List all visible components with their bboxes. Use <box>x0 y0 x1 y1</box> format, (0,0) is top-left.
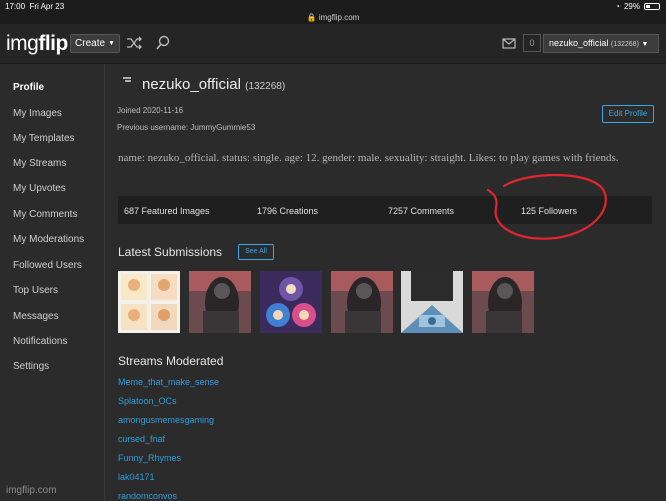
sidebar-item-my-comments[interactable]: My Comments <box>13 209 77 220</box>
mail-icon[interactable] <box>501 35 517 51</box>
sidebar: Profile My Images My Templates My Stream… <box>0 64 105 500</box>
status-right: ◔ 29% <box>615 2 660 11</box>
submission-thumbnail[interactable] <box>331 271 393 333</box>
profile-username: nezuko_official (132268) <box>142 76 286 93</box>
sidebar-item-messages[interactable]: Messages <box>13 311 59 322</box>
sidebar-item-my-streams[interactable]: My Streams <box>13 158 66 169</box>
shuffle-icon[interactable] <box>126 35 142 51</box>
notification-count[interactable]: 0 <box>523 34 541 52</box>
profile-main: nezuko_official (132268) Joined 2020-11-… <box>106 64 666 501</box>
latest-submissions-heading: Latest Submissions <box>118 245 223 259</box>
battery-percent: 29% <box>623 2 640 11</box>
stream-link[interactable]: Splatoon_OCs <box>118 396 177 406</box>
see-all-button[interactable]: See All <box>238 244 274 260</box>
status-bar: 17:00 Fri Apr 23 ◔ 29% <box>0 0 666 12</box>
submission-thumbnail[interactable] <box>189 271 251 333</box>
footer-link[interactable]: imgflip.com <box>6 485 57 496</box>
user-menu-button[interactable]: nezuko_official (132268) ▼ <box>543 34 659 53</box>
stat-comments[interactable]: 7257 Comments <box>388 206 454 216</box>
stat-creations[interactable]: 1796 Creations <box>257 206 318 216</box>
annotation-circle <box>486 173 607 240</box>
submission-thumbnail[interactable] <box>472 271 534 333</box>
search-icon[interactable] <box>155 35 171 51</box>
streams-moderated-heading: Streams Moderated <box>118 354 224 368</box>
joined-date: Joined 2020-11-16 <box>117 106 184 115</box>
profile-bio: name: nezuko_official. status: single. a… <box>118 152 619 164</box>
status-time: 17:00 Fri Apr 23 <box>5 2 65 11</box>
sidebar-item-top-users[interactable]: Top Users <box>13 285 58 296</box>
sidebar-item-profile[interactable]: Profile <box>13 82 44 93</box>
stat-featured[interactable]: 687 Featured Images <box>124 206 210 216</box>
stream-link[interactable]: Meme_that_make_sense <box>118 377 219 387</box>
sidebar-item-followed-users[interactable]: Followed Users <box>13 260 82 271</box>
submission-thumbnail[interactable] <box>401 271 463 333</box>
stream-link[interactable]: lak04171 <box>118 472 155 482</box>
wifi-icon: ◔ <box>615 2 620 11</box>
sidebar-item-my-images[interactable]: My Images <box>13 108 62 119</box>
stream-link[interactable]: cursed_fnaf <box>118 434 165 444</box>
create-button[interactable]: Create ▼ <box>70 34 120 53</box>
chevron-down-icon: ▼ <box>641 41 649 48</box>
address-bar[interactable]: 🔒 imgflip.com <box>0 12 666 24</box>
previous-username: Previous username: JummyGummie53 <box>117 123 256 132</box>
sidebar-item-my-templates[interactable]: My Templates <box>13 133 75 144</box>
site-logo[interactable]: imgflip <box>6 32 68 56</box>
sidebar-item-my-upvotes[interactable]: My Upvotes <box>13 183 66 194</box>
sidebar-item-settings[interactable]: Settings <box>13 361 49 372</box>
battery-icon <box>644 3 660 10</box>
stream-link[interactable]: Funny_Rhymes <box>118 453 181 463</box>
sidebar-item-notifications[interactable]: Notifications <box>13 336 67 347</box>
edit-profile-button[interactable]: Edit Profile <box>602 105 654 123</box>
submission-thumbnail[interactable] <box>118 271 180 333</box>
stream-link[interactable]: amongusmemesgaming <box>118 415 214 425</box>
profile-flag-icon <box>123 77 131 82</box>
sidebar-item-my-moderations[interactable]: My Moderations <box>13 234 84 245</box>
submission-thumbnail[interactable] <box>260 271 322 333</box>
chevron-down-icon: ▼ <box>108 40 115 47</box>
url-text: 🔒 imgflip.com <box>306 13 360 22</box>
